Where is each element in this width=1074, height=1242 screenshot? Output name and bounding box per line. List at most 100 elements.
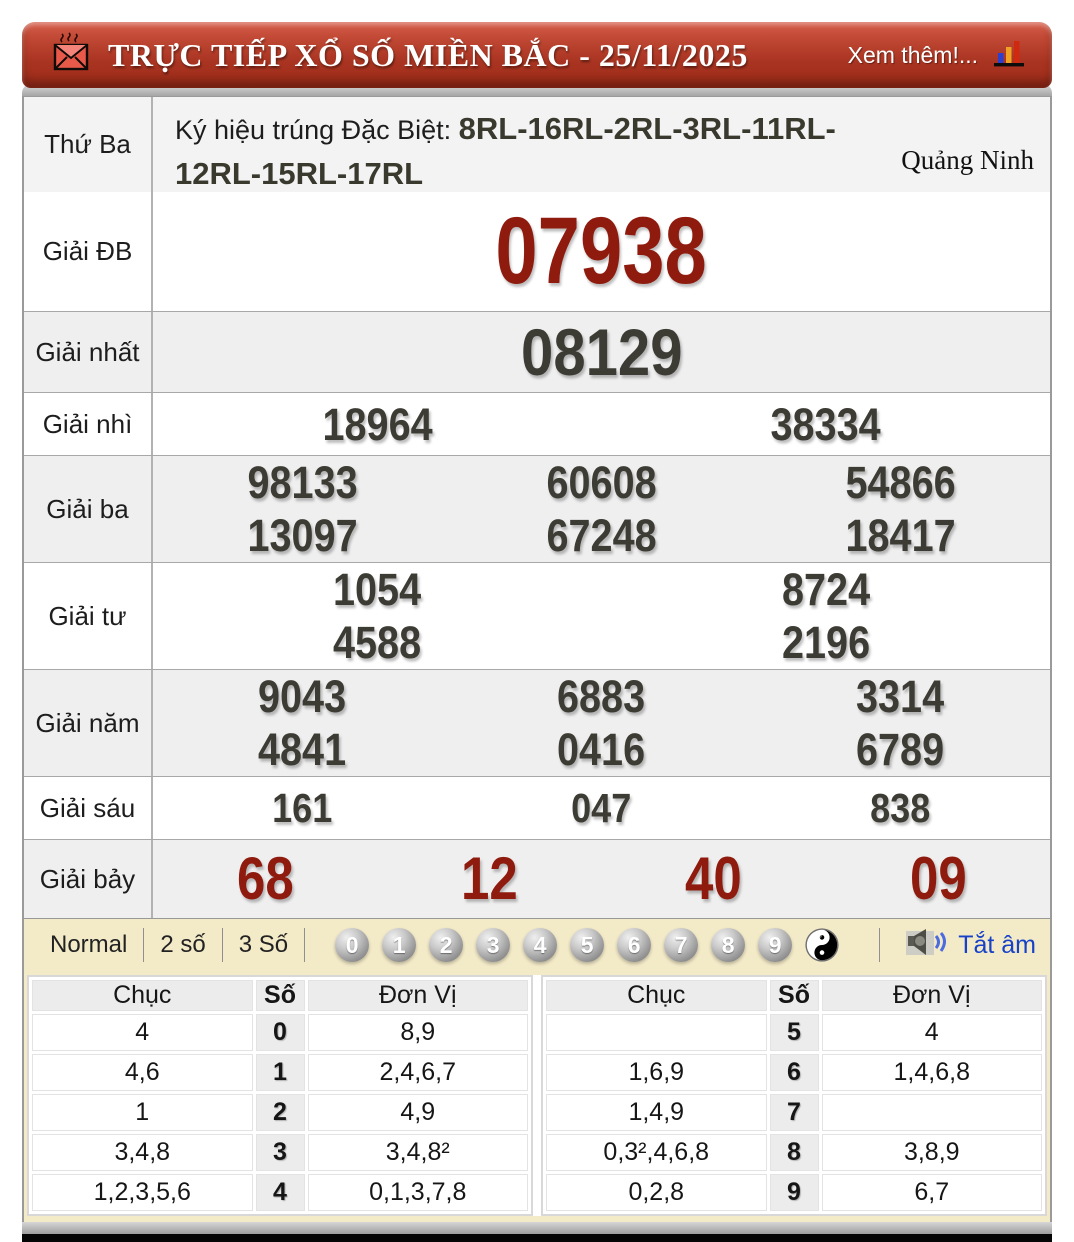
table-cell: 1,4,9 [546, 1094, 767, 1131]
table-cell: 4 [255, 1174, 305, 1211]
prize-number: 9043 [258, 671, 347, 722]
prize-label: Giải bảy [24, 840, 153, 918]
prize-numbers: 07938 [153, 192, 1050, 311]
prize-numbers: 161 047 838 [153, 777, 1050, 839]
table-cell: 3 [255, 1134, 305, 1171]
results-rows: Giải ĐB 07938 Giải nhất 08129 Giải nhì 18964 3… [24, 192, 1050, 918]
prize-number: 09 [909, 845, 967, 912]
yin-yang-icon[interactable] [805, 928, 839, 962]
prize-number: 38334 [770, 398, 881, 450]
day-label: Thứ Ba [24, 97, 153, 192]
prize-number: 6883 [557, 671, 646, 722]
speaker-icon[interactable] [906, 928, 948, 963]
prize-row: Giải bảy 68 12 40 09 [24, 839, 1050, 918]
prize-number: 18417 [845, 510, 956, 561]
divider [879, 928, 881, 962]
prize-numbers: 1054 8724 4588 2196 [153, 563, 1050, 669]
symbol-prefix: Ký hiệu trúng Đặc Biệt: [175, 115, 459, 145]
prize-row: Giải nhì 18964 38334 [24, 392, 1050, 455]
ball-9[interactable]: 9 [758, 928, 793, 962]
table-cell: 1,4,6,8 [821, 1054, 1042, 1091]
table-cell: 1,6,9 [546, 1054, 767, 1091]
ball-5[interactable]: 5 [570, 928, 605, 962]
page-title: TRỰC TIẾP XỔ SỐ MIỀN BẮC - 25/11/2025 [108, 36, 748, 73]
table-row: 4,6 1 2,4,6,7 [32, 1054, 528, 1091]
prize-numbers: 68 12 40 09 [153, 840, 1050, 918]
table-row: 3,4,8 3 3,4,8² [32, 1134, 528, 1171]
control-bar: Normal 2 số 3 Số 0123456789 Tắt âm [24, 918, 1050, 971]
table-cell: 8,9 [307, 1014, 528, 1051]
lottery-page: TRỰC TIẾP XỔ SỐ MIỀN BẮC - 25/11/2025 Xe… [0, 0, 1074, 1242]
prize-label: Giải tư [24, 563, 153, 669]
table-cell [821, 1094, 1042, 1131]
prize-number: 12 [461, 845, 518, 912]
column-header: Số [769, 980, 819, 1011]
prize-number: 4841 [258, 724, 347, 775]
mode-buttons: Normal 2 số 3 Số [38, 928, 309, 962]
prize-number: 6789 [856, 724, 945, 775]
footer-silver-strip [22, 1222, 1052, 1234]
prize-label: Giải ba [24, 456, 153, 562]
prize-numbers: 08129 [153, 312, 1050, 392]
results-panel: Thứ Ba Ký hiệu trúng Đặc Biệt: 8RL-16RL-… [22, 96, 1052, 1222]
table-cell: 6,7 [821, 1174, 1042, 1211]
number-balls: 0123456789 [335, 928, 793, 962]
table-cell: 0,3²,4,6,8 [546, 1134, 767, 1171]
prize-number: 07938 [495, 198, 708, 304]
mode-button-1[interactable]: Normal [38, 931, 139, 959]
prize-numbers: 18964 38334 [153, 393, 1050, 455]
prize-number: 047 [571, 784, 632, 831]
prize-label: Giải ĐB [24, 192, 153, 311]
table-cell: 1 [255, 1054, 305, 1091]
ball-1[interactable]: 1 [382, 928, 417, 962]
ball-8[interactable]: 8 [711, 928, 746, 962]
prize-number: 54866 [845, 457, 956, 508]
prize-number: 68 [236, 845, 294, 912]
table-row: 0,3²,4,6,8 8 3,8,9 [546, 1134, 1042, 1171]
table-cell: 1,2,3,5,6 [32, 1174, 253, 1211]
table-cell: 4,9 [307, 1094, 528, 1131]
prize-number: 08129 [520, 315, 683, 389]
mode-button-2[interactable]: 2 số [148, 931, 217, 959]
prize-label: Giải nhì [24, 393, 153, 455]
mute-button[interactable]: Tắt âm [958, 931, 1036, 960]
table-cell: 1 [32, 1094, 253, 1131]
bar-chart-icon[interactable] [992, 37, 1026, 74]
prize-number: 838 [870, 784, 931, 831]
prize-row: Giải ĐB 07938 [24, 192, 1050, 311]
table-row: 1,6,9 6 1,4,6,8 [546, 1054, 1042, 1091]
table-cell: 4 [821, 1014, 1042, 1051]
table-cell: 3,4,8² [307, 1134, 528, 1171]
ball-3[interactable]: 3 [476, 928, 511, 962]
ball-7[interactable]: 7 [664, 928, 699, 962]
prize-number: 18964 [322, 398, 433, 450]
prize-number: 4588 [333, 617, 422, 668]
prize-numbers: 9043 6883 3314 4841 0416 6789 [153, 670, 1050, 776]
ball-0[interactable]: 0 [335, 928, 370, 962]
prize-label: Giải nhất [24, 312, 153, 392]
prize-number: 98133 [247, 457, 358, 508]
province-name: Quảng Ninh [901, 145, 1034, 175]
table-cell: 0 [255, 1014, 305, 1051]
ball-2[interactable]: 2 [429, 928, 464, 962]
table-row: 4 0 8,9 [32, 1014, 528, 1051]
table-cell: 3,8,9 [821, 1134, 1042, 1171]
prize-row: Giải nhất 08129 [24, 311, 1050, 392]
table-cell: 3,4,8 [32, 1134, 253, 1171]
symbol-row: Thứ Ba Ký hiệu trúng Đặc Biệt: 8RL-16RL-… [24, 97, 1050, 192]
mode-button-3[interactable]: 3 Số [227, 931, 300, 959]
column-header: Đơn Vị [821, 980, 1042, 1011]
envelope-icon [50, 31, 94, 80]
see-more-link[interactable]: Xem thêm!... [848, 42, 978, 69]
ball-6[interactable]: 6 [617, 928, 652, 962]
table-cell: 9 [769, 1174, 819, 1211]
digit-summary-area: Chục Số Đơn Vị 4 0 8,9 4,6 1 2,4,6,7 1 2 4,9 3,4,8 3 3… [24, 971, 1050, 1222]
symbol-body: Ký hiệu trúng Đặc Biệt: 8RL-16RL-2RL-3RL… [153, 97, 1050, 192]
prize-number: 1054 [333, 564, 422, 615]
table-cell: 7 [769, 1094, 819, 1131]
header-bar: TRỰC TIẾP XỔ SỐ MIỀN BẮC - 25/11/2025 Xe… [22, 22, 1052, 88]
table-cell: 0,2,8 [546, 1174, 767, 1211]
table-cell: 2 [255, 1094, 305, 1131]
prize-row: Giải năm 9043 6883 3314 4841 0416 6789 [24, 669, 1050, 776]
ball-4[interactable]: 4 [523, 928, 558, 962]
